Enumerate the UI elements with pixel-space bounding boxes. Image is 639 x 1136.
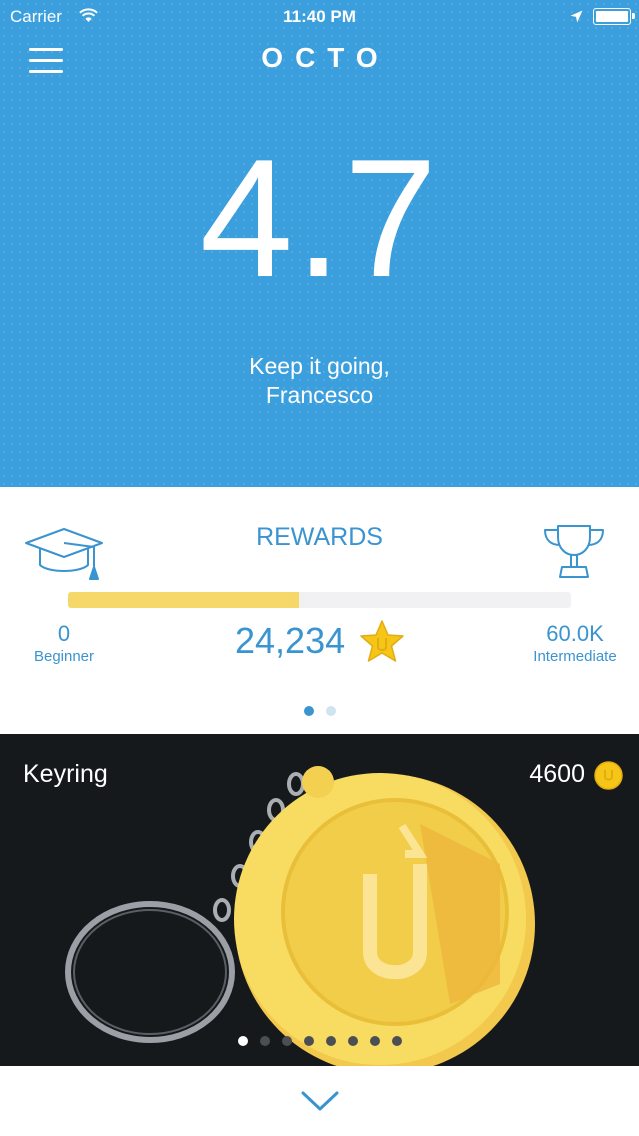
page-dot[interactable] [303, 706, 314, 716]
location-arrow-icon [570, 10, 583, 23]
rewards-panel[interactable]: REWARDS 0 Beginner 24,234 60.0K Intermed… [0, 487, 639, 734]
end-level: 60.0K Intermediate [520, 621, 630, 665]
end-level-name: Intermediate [533, 648, 617, 665]
product-carousel-indicator[interactable] [0, 1033, 639, 1051]
star-coin-icon [360, 620, 404, 662]
rewards-page-indicator[interactable] [0, 703, 639, 721]
app-logo: OCTO [261, 42, 390, 73]
carousel-dot[interactable] [237, 1036, 248, 1046]
battery-icon [593, 8, 635, 25]
rewards-progress-bar [68, 592, 571, 608]
carousel-dot[interactable] [369, 1036, 380, 1046]
carousel-dot[interactable] [347, 1036, 358, 1046]
chevron-down-icon[interactable] [301, 1089, 339, 1113]
start-level: 0 Beginner [24, 621, 104, 665]
carousel-dot[interactable] [303, 1036, 314, 1046]
greeting-line: Keep it going, [249, 353, 390, 379]
product-price: 4600 [529, 760, 585, 788]
user-first-name: Francesco [265, 382, 374, 408]
end-level-points: 60.0K [546, 621, 604, 646]
rewards-progress-fill [68, 592, 300, 608]
start-level-name: Beginner [33, 648, 95, 665]
page-dot[interactable] [325, 706, 336, 716]
rewards-points: 24,234 [235, 620, 346, 661]
carousel-dot[interactable] [325, 1036, 336, 1046]
reward-product-card[interactable]: Keyring 4600 [0, 734, 639, 1066]
score-hero: Carrier 11:40 PM OCTO 4.7 Keep it going,… [0, 0, 639, 487]
status-time: 11:40 PM [283, 7, 356, 26]
status-bar: Carrier 11:40 PM [0, 0, 639, 34]
product-name: Keyring [23, 760, 108, 788]
carousel-dot[interactable] [259, 1036, 270, 1046]
start-level-points: 0 [57, 621, 71, 646]
driving-score: 4.7 [199, 124, 440, 312]
carousel-dot[interactable] [391, 1036, 402, 1046]
coin-icon [594, 761, 623, 790]
bottom-bar [0, 1066, 639, 1136]
trophy-icon [544, 525, 604, 578]
greeting-message: Keep it going, Francesco [0, 352, 639, 410]
carousel-dot[interactable] [281, 1036, 292, 1046]
